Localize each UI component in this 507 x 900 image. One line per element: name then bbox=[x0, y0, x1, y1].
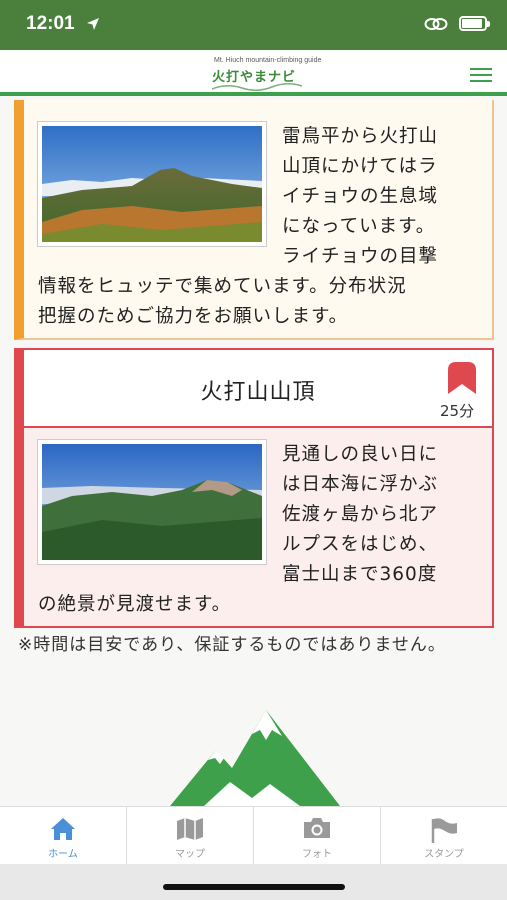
mountain-photo-autumn[interactable] bbox=[38, 122, 266, 246]
app-header: Mt. Hiuch mountain-climbing guide 火打やまナビ bbox=[0, 50, 507, 96]
camera-icon bbox=[304, 818, 330, 838]
disclaimer-note: ※時間は目安であり、保証するものではありません。 bbox=[18, 635, 446, 655]
description-line: 見通しの良い日に bbox=[282, 444, 439, 465]
description-line: の絶景が見渡せます。 bbox=[38, 594, 232, 615]
tab-stamp-label: スタンプ bbox=[424, 849, 464, 860]
description-line: イチョウの生息域 bbox=[282, 186, 439, 207]
description-line: 把握のためご協力をお願いします。 bbox=[38, 306, 349, 327]
tab-home-label: ホーム bbox=[48, 849, 78, 860]
battery-level bbox=[462, 19, 482, 28]
description-line: 佐渡ヶ島から北ア bbox=[282, 504, 439, 525]
mountain-photo-summit[interactable] bbox=[38, 440, 266, 564]
spot-description-right: 雷鳥平から火打山 山頂にかけてはラ イチョウの生息域 になっています。 ライチョ… bbox=[282, 122, 482, 272]
spot-description-right: 見通しの良い日に は日本海に浮かぶ 佐渡ヶ島から北ア ルプスをはじめ、 富士山ま… bbox=[282, 440, 482, 590]
tab-stamp[interactable]: スタンプ bbox=[381, 807, 507, 864]
logo-subtitle: Mt. Hiuch mountain-climbing guide bbox=[214, 57, 322, 64]
map-icon bbox=[177, 818, 203, 840]
tab-map[interactable]: マップ bbox=[127, 807, 254, 864]
app-logo[interactable]: Mt. Hiuch mountain-climbing guide 火打やまナビ bbox=[212, 57, 321, 93]
spot-title: 火打山山頂 bbox=[200, 380, 316, 405]
battery-icon bbox=[459, 16, 490, 31]
duration-label: 25分 bbox=[440, 402, 475, 420]
location-arrow-icon bbox=[87, 18, 99, 30]
mountain-photo-summit-image bbox=[42, 444, 262, 560]
status-time: 12:01 bbox=[26, 13, 75, 34]
spot-card-summit: 火打山山頂 25分 見通しの良い日に は日本海に浮かぶ 佐渡ヶ島から北ア ルプス… bbox=[14, 348, 494, 628]
home-indicator-area bbox=[0, 864, 507, 900]
hamburger-menu-icon[interactable] bbox=[470, 68, 492, 82]
mountain-photo-autumn-image bbox=[42, 126, 262, 242]
spot-description-full: 情報をヒュッテで集めています。分布状況 把握のためご協力をお願いします。 bbox=[38, 272, 484, 332]
bookmark-icon[interactable] bbox=[448, 362, 476, 394]
description-line: 富士山まで360度 bbox=[282, 564, 438, 585]
description-line: は日本海に浮かぶ bbox=[282, 474, 439, 495]
description-line: 山頂にかけてはラ bbox=[282, 156, 438, 177]
description-line: ライチョウの目撃 bbox=[282, 246, 439, 267]
spot-description-full: の絶景が見渡せます。 bbox=[38, 590, 484, 620]
mountain-logo-icon bbox=[170, 710, 340, 806]
tab-photo-label: フォト bbox=[302, 849, 332, 860]
link-icon bbox=[424, 18, 448, 30]
description-line: になっています。 bbox=[282, 216, 436, 237]
description-line: 情報をヒュッテで集めています。分布状況 bbox=[38, 276, 407, 297]
tab-map-label: マップ bbox=[175, 849, 205, 860]
flag-icon bbox=[431, 818, 457, 843]
description-line: 雷鳥平から火打山 bbox=[282, 126, 439, 147]
status-bar: 12:01 bbox=[0, 0, 507, 50]
description-line: ルプスをはじめ、 bbox=[282, 534, 439, 555]
tab-home[interactable]: ホーム bbox=[0, 807, 127, 864]
spot-card-raicho: 雷鳥平から火打山 山頂にかけてはラ イチョウの生息域 になっています。 ライチョ… bbox=[14, 100, 494, 340]
content-scroll[interactable]: 雷鳥平から火打山 山頂にかけてはラ イチョウの生息域 になっています。 ライチョ… bbox=[0, 100, 507, 806]
spot-card-body: 見通しの良い日に は日本海に浮かぶ 佐渡ヶ島から北ア ルプスをはじめ、 富士山ま… bbox=[24, 428, 492, 626]
tab-photo[interactable]: フォト bbox=[254, 807, 381, 864]
spot-card-header[interactable]: 火打山山頂 25分 bbox=[24, 350, 492, 428]
logo-wave-icon bbox=[212, 83, 302, 91]
home-indicator[interactable] bbox=[163, 884, 345, 890]
home-icon bbox=[51, 818, 75, 840]
tab-bar: ホーム マップ フォト スタンプ bbox=[0, 806, 507, 864]
